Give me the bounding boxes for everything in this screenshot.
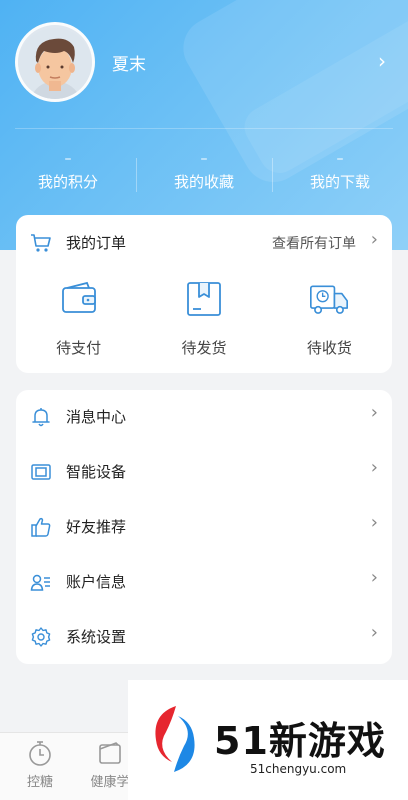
order-item-label: 待发货 [181, 339, 227, 357]
chevron-right-icon: › [370, 402, 378, 423]
tab-sugar-control[interactable]: 控糖 [10, 739, 70, 790]
order-pending-shipment[interactable]: 待发货 [141, 279, 266, 369]
chevron-right-icon: › [370, 457, 378, 478]
order-pending-receipt[interactable]: 待收货 [267, 279, 392, 369]
stopwatch-icon [29, 741, 51, 766]
watermark-title: 51新游戏 [214, 719, 386, 763]
chevron-right-icon: › [370, 512, 378, 533]
profile-header: 夏末 › – 我的积分 – 我的收藏 – 我的下载 [0, 0, 408, 250]
stat-label: 我的收藏 [173, 173, 234, 191]
menu-item-label: 好友推荐 [66, 518, 127, 536]
stats-bar: – 我的积分 – 我的收藏 – 我的下载 [0, 150, 408, 200]
stat-value: – [200, 151, 208, 167]
stat-value: – [64, 151, 72, 167]
avatar[interactable] [15, 22, 95, 102]
menu-item-account-info[interactable]: 账户信息 › [16, 555, 392, 610]
watermark-subtitle: 51chengyu.com [250, 762, 347, 776]
thumbs-up-icon [31, 517, 51, 537]
stat-points[interactable]: – 我的积分 [0, 150, 136, 200]
menu-item-friend-recommend[interactable]: 好友推荐 › [16, 500, 392, 555]
menu-item-label: 消息中心 [66, 408, 127, 426]
stat-favorites[interactable]: – 我的收藏 [136, 150, 272, 200]
view-all-orders-link[interactable]: 查看所有订单 [272, 233, 356, 253]
watermark: 51新游戏 51chengyu.com [128, 680, 408, 800]
settings-menu-card: 消息中心 › 智能设备 › 好友推荐 › 账户信息 › 系统设置 › [16, 390, 392, 664]
delivery-truck-icon [310, 285, 349, 314]
bell-icon [32, 408, 50, 427]
wallet-icon [61, 281, 96, 313]
account-card-icon [30, 574, 50, 591]
menu-item-label: 智能设备 [66, 463, 127, 481]
device-icon [31, 464, 51, 480]
menu-item-label: 系统设置 [66, 628, 127, 646]
gear-icon [31, 627, 51, 647]
menu-item-system-settings[interactable]: 系统设置 › [16, 610, 392, 665]
order-item-label: 待支付 [56, 339, 102, 357]
menu-item-smart-devices[interactable]: 智能设备 › [16, 445, 392, 500]
chevron-right-icon: › [370, 567, 378, 588]
menu-item-message-center[interactable]: 消息中心 › [16, 390, 392, 445]
divider [15, 128, 393, 129]
tab-label: 控糖 [26, 775, 53, 790]
stat-label: 我的积分 [37, 173, 98, 191]
book-icon [99, 742, 121, 764]
orders-title: 我的订单 [66, 234, 127, 252]
order-status-list: 待支付 待发货 待收货 [16, 279, 392, 369]
cart-icon [31, 234, 51, 252]
chevron-right-icon: › [370, 622, 378, 643]
stat-downloads[interactable]: – 我的下载 [272, 150, 408, 200]
stat-label: 我的下载 [309, 173, 370, 191]
orders-header[interactable]: 我的订单 查看所有订单 › [16, 215, 392, 269]
package-icon [187, 282, 221, 316]
chevron-right-icon: › [370, 229, 378, 250]
menu-item-label: 账户信息 [66, 573, 127, 591]
order-pending-payment[interactable]: 待支付 [16, 279, 141, 369]
profile-chevron-right-icon[interactable]: › [378, 49, 386, 73]
stat-value: – [336, 151, 344, 167]
orders-card: 我的订单 查看所有订单 › 待支付 待发货 待收货 [16, 215, 392, 373]
order-item-label: 待收货 [306, 339, 352, 357]
username[interactable]: 夏末 [112, 50, 146, 75]
watermark-logo-icon [155, 706, 195, 772]
